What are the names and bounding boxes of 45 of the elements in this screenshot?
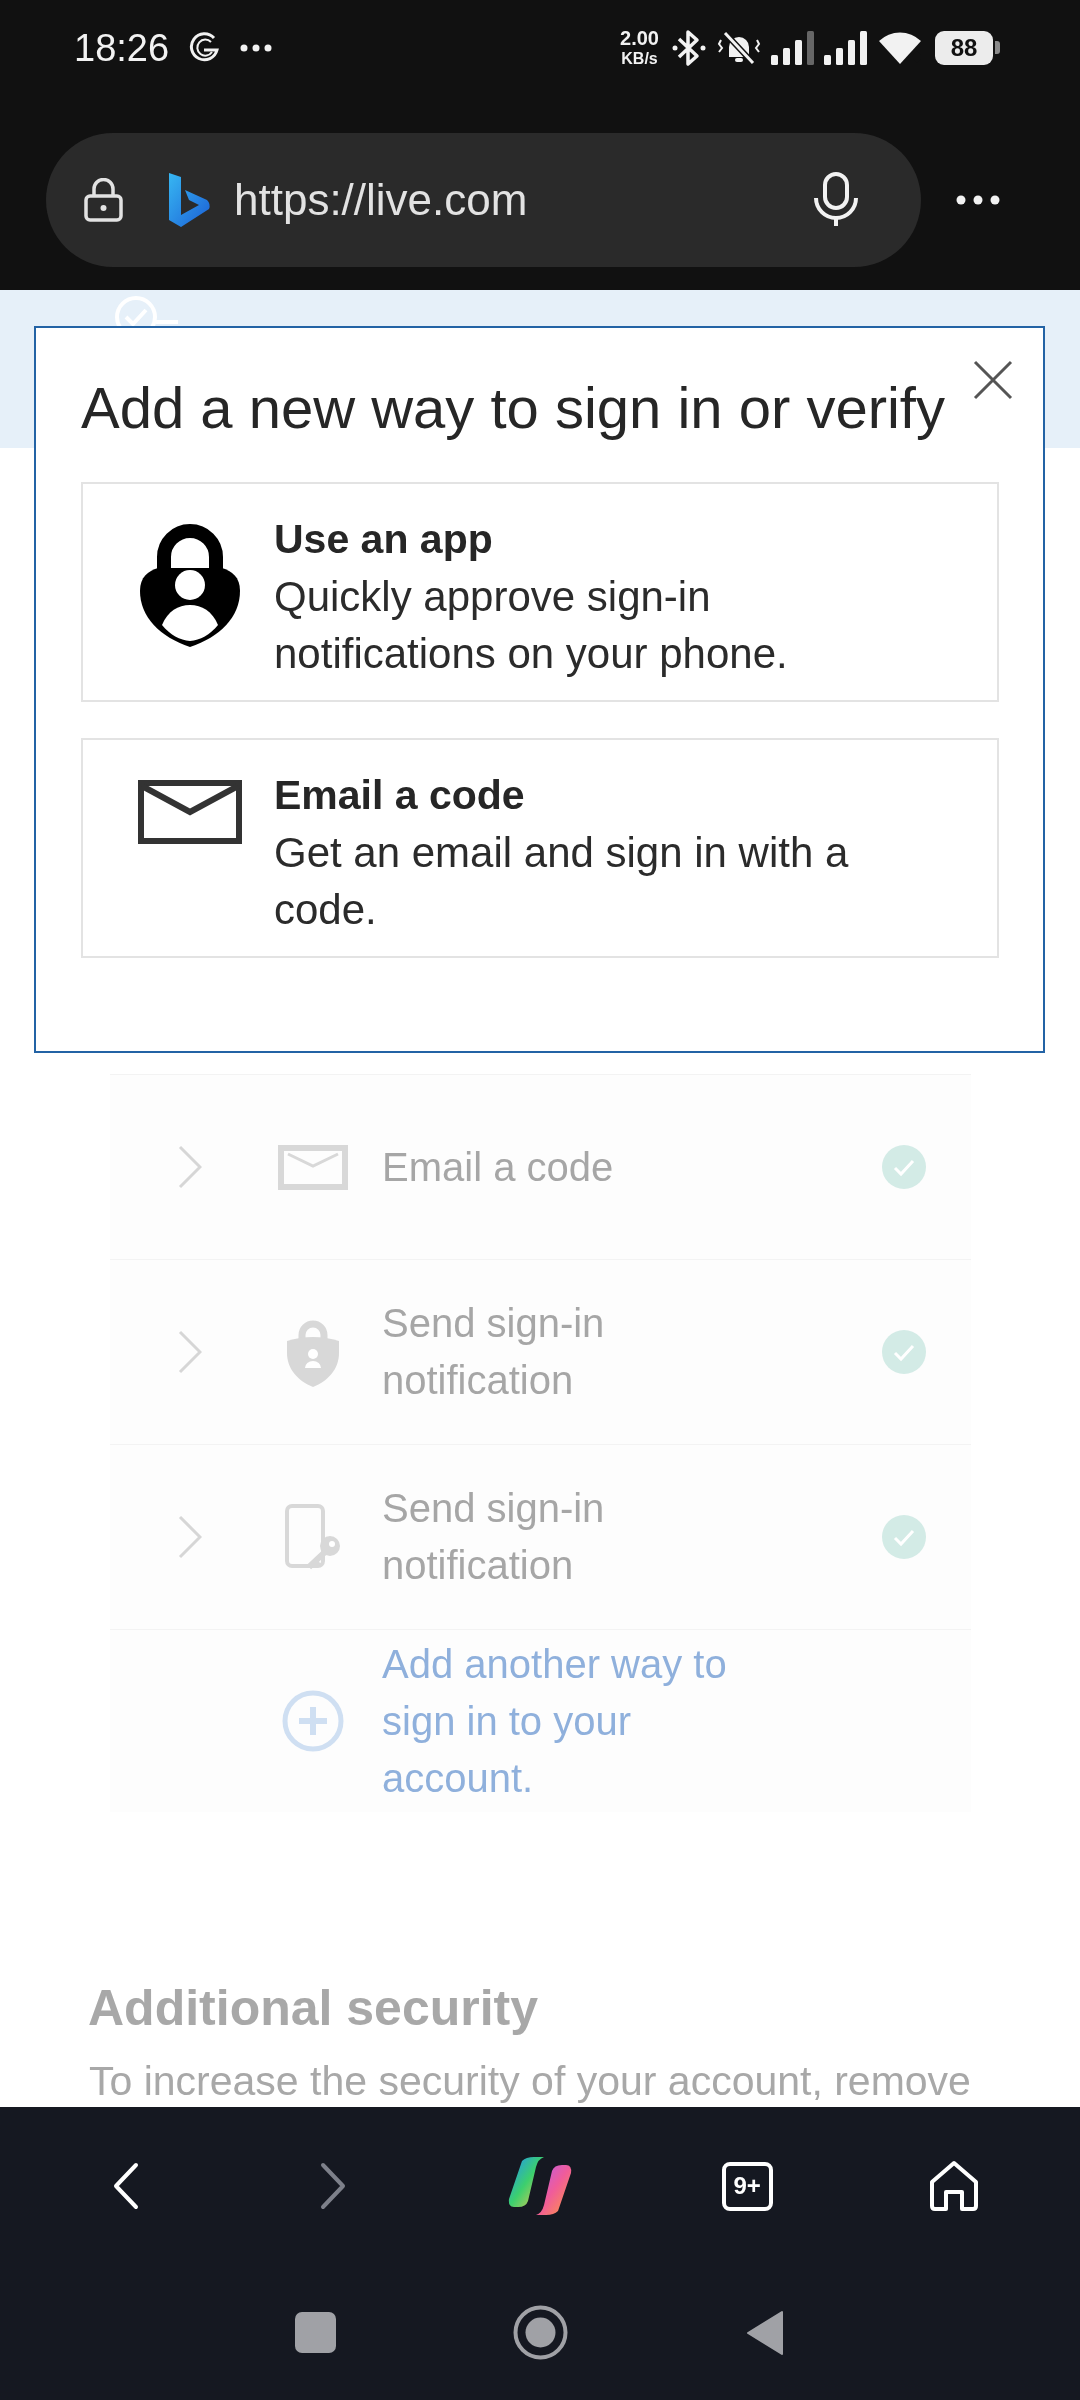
lock-icon — [84, 178, 123, 222]
network-speed-unit: KB/s — [621, 48, 658, 69]
option-card[interactable]: Email a code Get an email and sign in with a code. — [81, 738, 999, 958]
method-label: Send sign-in notification — [382, 1300, 606, 1404]
option-title: Email a code — [274, 771, 526, 820]
ribbon-logo-icon[interactable] — [508, 2157, 572, 2215]
home-icon[interactable] — [928, 2160, 981, 2212]
option-title: Use an app — [274, 515, 494, 564]
option-description: Quickly approve sign-in notifications on your phone. — [274, 572, 789, 679]
b-logo-icon — [167, 171, 211, 229]
option-description: Get an email and sign in with a code. — [274, 828, 850, 935]
close-icon — [973, 360, 1013, 400]
url-text[interactable]: https://live.com — [234, 174, 528, 226]
section-heading: Additional security — [88, 1979, 539, 2038]
square-icon[interactable] — [294, 2312, 336, 2353]
signal-icon — [771, 30, 814, 65]
plus-circle-icon — [282, 1690, 344, 1752]
method-label: Email a code — [382, 1143, 614, 1191]
wifi-icon — [877, 30, 923, 65]
triangle-icon[interactable] — [746, 2309, 784, 2356]
chevron-icon — [178, 1330, 202, 1374]
more-dots-icon — [240, 43, 273, 52]
signal-icon — [824, 30, 867, 65]
battery-indicator: 88 — [935, 30, 1000, 65]
address-bar[interactable]: https://live.com — [46, 133, 921, 267]
chevron-icon — [178, 1145, 202, 1189]
clock-time: 18:26 — [74, 25, 170, 70]
option-card[interactable]: Use an app Quickly approve sign-in notifications on your phone. — [81, 482, 999, 702]
lock-person-icon — [138, 521, 242, 649]
phone-key-icon — [285, 1504, 341, 1570]
network-speed-value: 2.00 — [620, 26, 659, 49]
tabs-button[interactable]: 9+ — [721, 2161, 773, 2211]
dialog-title: Add a new way to sign in or verify — [81, 374, 946, 442]
envelope-icon — [278, 1144, 348, 1190]
chevron-icon — [178, 1515, 202, 1559]
section-text: To increase the security of your account, remove — [89, 2058, 971, 2104]
more-options-icon[interactable] — [956, 195, 1000, 205]
microphone-icon[interactable] — [811, 172, 861, 228]
back-icon[interactable] — [112, 2162, 139, 2210]
ring-icon[interactable] — [512, 2305, 568, 2360]
bluetooth-icon — [671, 28, 707, 67]
envelope-icon — [138, 780, 242, 844]
method-label: Send sign-in notification — [382, 1485, 606, 1589]
muted-bell-icon — [717, 29, 761, 66]
close-button[interactable] — [973, 360, 1013, 400]
